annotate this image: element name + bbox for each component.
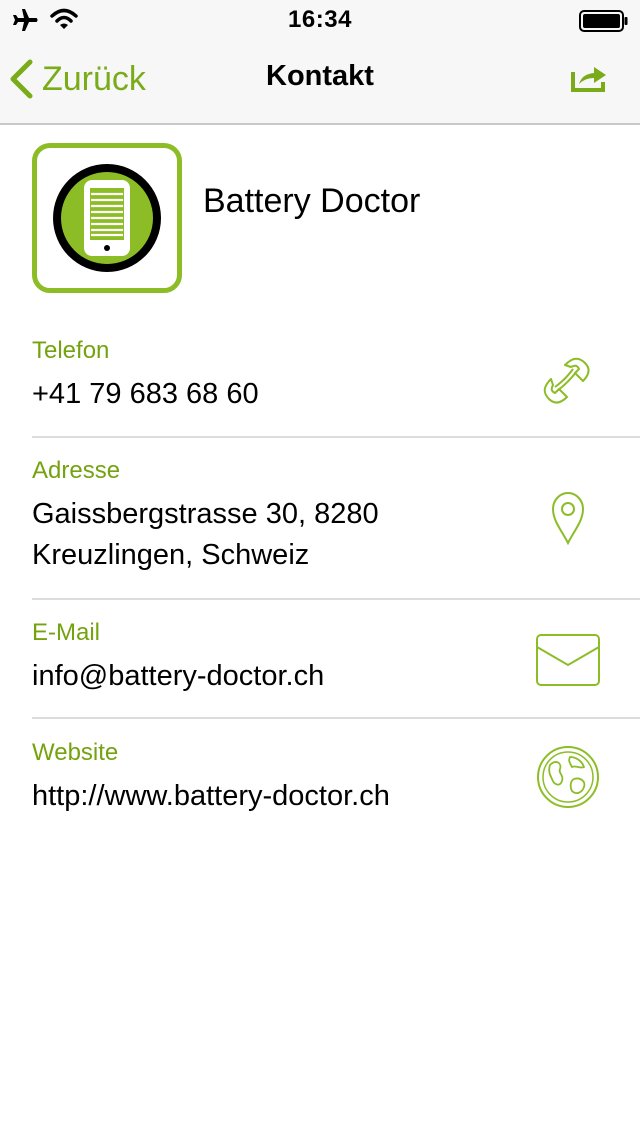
page-title: Kontakt — [266, 60, 374, 92]
contact-row-phone[interactable]: Telefon +41 79 683 68 60 — [32, 337, 640, 415]
mail-icon — [536, 634, 600, 686]
company-name: Battery Doctor — [203, 182, 421, 220]
address-line-1: Gaissbergstrasse 30, 8280 — [32, 498, 379, 530]
map-pin-icon — [551, 491, 585, 545]
contact-row-website[interactable]: Website http://www.battery-doctor.ch — [32, 739, 640, 817]
phone-icon — [543, 357, 590, 404]
battery-phone-logo-icon — [53, 164, 161, 272]
divider — [32, 717, 640, 719]
status-time: 16:34 — [288, 6, 352, 33]
status-bar: 16:34 — [0, 0, 640, 40]
globe-icon — [537, 746, 599, 808]
battery-icon — [579, 10, 628, 32]
company-logo — [32, 143, 182, 293]
address-label: Adresse — [32, 457, 121, 484]
divider — [32, 598, 640, 600]
contact-row-email[interactable]: E-Mail info@battery-doctor.ch — [32, 619, 640, 697]
address-value: Gaissbergstrasse 30, 8280 Kreuzlingen, S… — [32, 494, 640, 576]
address-line-2: Kreuzlingen, Schweiz — [32, 539, 310, 571]
share-icon[interactable] — [570, 62, 608, 92]
top-bar: 16:34 Zurück Kontakt — [0, 0, 640, 125]
navigation-bar: Zurück Kontakt — [0, 40, 640, 123]
contact-row-address[interactable]: Adresse Gaissbergstrasse 30, 8280 Kreuzl… — [32, 457, 640, 576]
divider — [32, 436, 640, 438]
